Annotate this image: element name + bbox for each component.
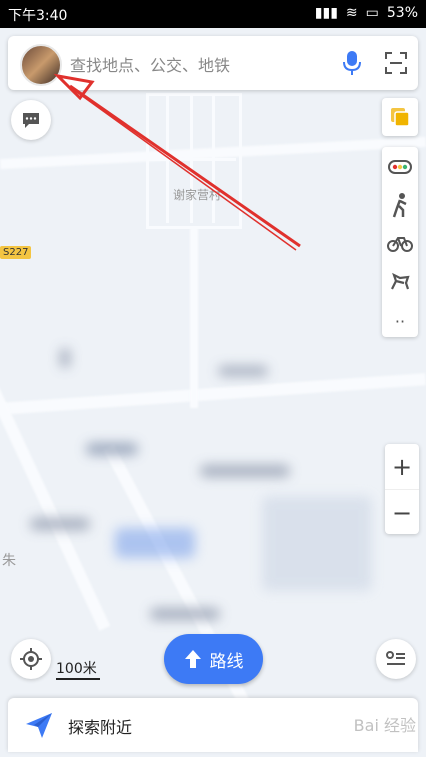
watermark: Bai 经验 [353, 716, 416, 735]
walk-button[interactable] [382, 187, 418, 223]
zoom-in-icon[interactable]: + [385, 444, 419, 489]
horse-icon [391, 272, 410, 290]
layers-icon [391, 108, 410, 127]
route-label: 路线 [209, 651, 244, 672]
map-toolbar: ·· [382, 147, 418, 337]
zoom-out-icon[interactable]: − [385, 489, 419, 535]
locate-icon [20, 648, 42, 670]
locate-button[interactable] [11, 639, 51, 679]
scale-label: 100米 [56, 661, 97, 677]
message-icon [23, 113, 39, 128]
list-icon [386, 651, 405, 665]
zoom-control: + − [385, 444, 419, 534]
layers-button[interactable] [382, 98, 418, 136]
traffic-icon [388, 160, 412, 174]
route-arrow-icon [184, 650, 201, 668]
traffic-button[interactable] [382, 149, 418, 185]
list-button[interactable] [376, 639, 416, 679]
send-icon [26, 713, 52, 738]
message-button[interactable] [11, 100, 51, 140]
walk-icon [392, 193, 407, 218]
more-icon[interactable]: ·· [382, 303, 418, 339]
bike-button[interactable] [382, 225, 418, 261]
map-scale: 100米 [56, 658, 100, 680]
explore-nearby-label: 探索附近 [68, 718, 133, 737]
ride-button[interactable] [382, 263, 418, 299]
bike-icon [387, 237, 413, 252]
route-button[interactable]: 路线 [164, 634, 263, 684]
